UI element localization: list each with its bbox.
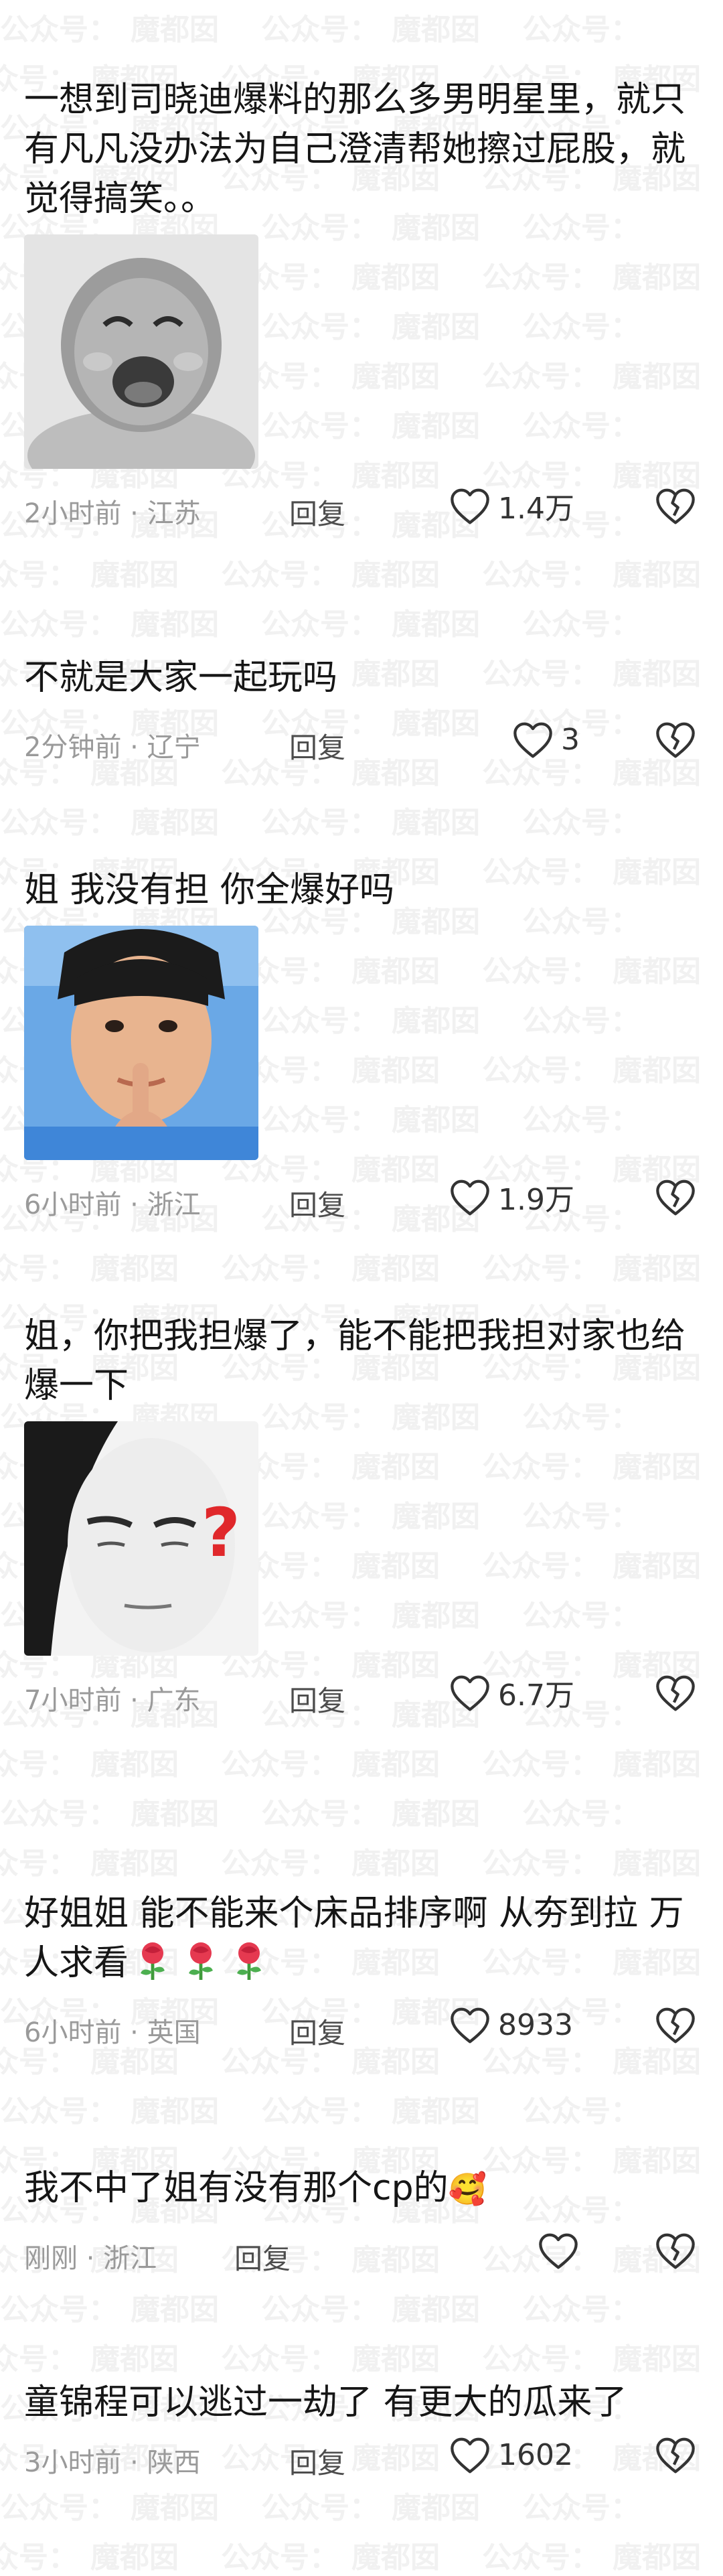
broken-heart-icon bbox=[656, 722, 695, 758]
sticker-confused-face[interactable]: ? bbox=[24, 1421, 258, 1656]
like-count: 1.4万 bbox=[498, 492, 574, 526]
comment-meta: 7小时前 · 广东 回复 6.7万 bbox=[24, 1665, 699, 1725]
dislike-button[interactable] bbox=[652, 482, 699, 529]
broken-heart-icon bbox=[656, 2233, 695, 2269]
comment-item: 童锦程可以逃过一劫了 有更大的瓜来了 3小时前 · 陕西 回复 1602 bbox=[24, 2378, 699, 2488]
time-location: 7小时前 · 广东 bbox=[24, 1685, 201, 1716]
heart-outline-icon bbox=[451, 2007, 489, 2044]
dislike-button[interactable] bbox=[652, 716, 699, 763]
heart-outline-icon bbox=[539, 2233, 578, 2269]
rose-emoji-icon bbox=[183, 1941, 218, 1981]
like-count: 1602 bbox=[498, 2437, 573, 2472]
sticker-shush-man[interactable] bbox=[24, 926, 258, 1160]
comment-item: 我不中了姐有没有那个cp的🥰 刚刚 · 浙江 回复 bbox=[24, 2163, 699, 2283]
broken-heart-icon bbox=[656, 488, 695, 524]
like-count: 1.9万 bbox=[498, 1183, 574, 1217]
reply-button[interactable]: 回复 bbox=[234, 2236, 291, 2277]
comment-item: 姐，你把我担爆了，能不能把我担对家也给爆一下 ? 7小时前 · 广东 回复 6.… bbox=[24, 1311, 699, 1725]
time-location: 2小时前 · 江苏 bbox=[24, 498, 201, 529]
dislike-button[interactable] bbox=[652, 1173, 699, 1220]
comment-text: 不就是大家一起玩吗 bbox=[24, 658, 338, 698]
sticker-laughing-baby[interactable] bbox=[24, 234, 258, 469]
heart-outline-icon bbox=[451, 1675, 489, 1711]
rose-emoji-icon bbox=[135, 1941, 170, 1981]
like-button[interactable]: 6.7万 bbox=[449, 1669, 574, 1716]
reply-button[interactable]: 回复 bbox=[289, 492, 345, 532]
comment-item: 不就是大家一起玩吗 2分钟前 · 辽宁 回复 3 bbox=[24, 653, 699, 772]
rose-emoji-icon bbox=[232, 1941, 266, 1981]
broken-heart-icon bbox=[656, 2437, 695, 2474]
heart-outline-icon bbox=[451, 1179, 489, 1216]
comment-item: 一想到司晓迪爆料的那么多男明星里，就只有凡凡没办法为自己澄清帮她擦过屁股，就觉得… bbox=[24, 75, 699, 539]
broken-heart-icon bbox=[656, 1179, 695, 1216]
like-count: 3 bbox=[561, 722, 580, 757]
like-count: 8933 bbox=[498, 2007, 573, 2042]
reply-button[interactable]: 回复 bbox=[289, 1678, 345, 1719]
smiling-hearts-emoji-icon: 🥰 bbox=[448, 2171, 487, 2207]
comment-text: 姐，你把我担爆了，能不能把我担对家也给爆一下 bbox=[24, 1316, 686, 1406]
like-button[interactable]: 1.4万 bbox=[449, 482, 574, 529]
heart-outline-icon bbox=[513, 722, 552, 758]
comment-item: 好姐姐 能不能来个床品排序啊 从夯到拉 万人求看 6小时前 · 英国 回复 89… bbox=[24, 1889, 699, 2058]
time-location: 刚刚 · 浙江 bbox=[24, 2243, 157, 2274]
broken-heart-icon bbox=[656, 2007, 695, 2044]
comment-text: 童锦程可以逃过一劫了 有更大的瓜来了 bbox=[24, 2382, 627, 2423]
comment-text: 一想到司晓迪爆料的那么多男明星里，就只有凡凡没办法为自己澄清帮她擦过屁股，就觉得… bbox=[24, 80, 686, 219]
comment-feed: 一想到司晓迪爆料的那么多男明星里，就只有凡凡没办法为自己澄清帮她擦过屁股，就觉得… bbox=[0, 0, 723, 2569]
reply-button[interactable]: 回复 bbox=[289, 2011, 345, 2052]
comment-text-body: 好姐姐 能不能来个床品排序啊 从夯到拉 万人求看 bbox=[24, 1893, 684, 1983]
time-location: 2分钟前 · 辽宁 bbox=[24, 732, 201, 763]
comment-meta: 2小时前 · 江苏 回复 1.4万 bbox=[24, 478, 699, 539]
comment-text-body: 我不中了姐有没有那个cp的 bbox=[24, 2168, 449, 2208]
like-button[interactable] bbox=[537, 2227, 586, 2274]
time-location: 3小时前 · 陕西 bbox=[24, 2447, 201, 2478]
heart-outline-icon bbox=[451, 488, 489, 524]
dislike-button[interactable] bbox=[652, 1669, 699, 1716]
dislike-button[interactable] bbox=[652, 2227, 699, 2274]
comment-item: 姐 我没有担 你全爆好吗 6小时前 · 浙江 回复 1.9万 bbox=[24, 865, 699, 1230]
like-button[interactable]: 1.9万 bbox=[449, 1173, 574, 1220]
reply-button[interactable]: 回复 bbox=[289, 725, 345, 766]
comment-meta: 6小时前 · 英国 回复 8933 bbox=[24, 1997, 699, 2058]
like-button[interactable]: 8933 bbox=[449, 2001, 573, 2048]
time-location: 6小时前 · 英国 bbox=[24, 2017, 201, 2048]
comment-meta: 6小时前 · 浙江 回复 1.9万 bbox=[24, 1169, 699, 1230]
broken-heart-icon bbox=[656, 1675, 695, 1711]
time-location: 6小时前 · 浙江 bbox=[24, 1190, 201, 1220]
reply-button[interactable]: 回复 bbox=[289, 1183, 345, 1224]
heart-outline-icon bbox=[451, 2437, 489, 2474]
like-button[interactable]: 3 bbox=[511, 716, 580, 763]
dislike-button[interactable] bbox=[652, 2431, 699, 2478]
comment-text: 我不中了姐有没有那个cp的🥰 bbox=[24, 2163, 699, 2214]
like-count: 6.7万 bbox=[498, 1678, 574, 1713]
comment-meta: 刚刚 · 浙江 回复 bbox=[24, 2223, 699, 2283]
dislike-button[interactable] bbox=[652, 2001, 699, 2048]
comment-text: 好姐姐 能不能来个床品排序啊 从夯到拉 万人求看 bbox=[24, 1889, 699, 1988]
reply-button[interactable]: 回复 bbox=[289, 2441, 345, 2482]
comment-meta: 2分钟前 · 辽宁 回复 3 bbox=[24, 712, 699, 772]
comment-text: 姐 我没有担 你全爆好吗 bbox=[24, 870, 395, 910]
comment-meta: 3小时前 · 陕西 回复 1602 bbox=[24, 2427, 699, 2488]
like-button[interactable]: 1602 bbox=[449, 2431, 573, 2478]
question-mark: ? bbox=[202, 1494, 241, 1572]
